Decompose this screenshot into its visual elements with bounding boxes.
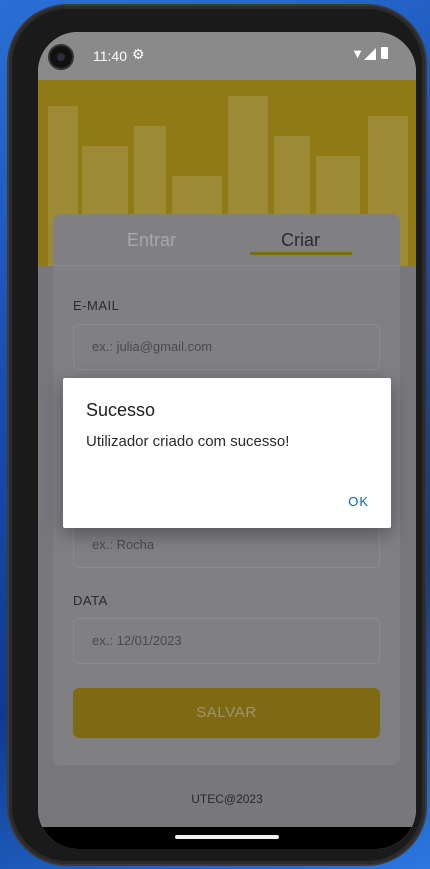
battery-icon <box>381 47 388 59</box>
status-bar: 11:40 ⚙ ▼ <box>38 32 416 80</box>
success-dialog: Sucesso Utilizador criado com sucesso! O… <box>63 378 391 528</box>
active-tab-indicator <box>250 252 352 255</box>
dialog-title: Sucesso <box>86 400 156 420</box>
gear-icon: ⚙ <box>132 46 145 62</box>
status-time: 11:40 <box>93 48 127 64</box>
wifi-icon: ▼ <box>351 46 364 61</box>
phone-frame: 11:40 ⚙ ▼ Entrar Criar E-MAIL ex.: julia… <box>9 6 425 864</box>
save-button[interactable]: SALVAR <box>73 688 380 738</box>
footer-text: UTEC@2023 <box>191 792 263 806</box>
dialog-message: Utilizador criado com sucesso! <box>86 433 290 450</box>
app-screen: 11:40 ⚙ ▼ Entrar Criar E-MAIL ex.: julia… <box>38 32 416 849</box>
home-indicator[interactable] <box>175 835 279 839</box>
date-field[interactable]: ex.: 12/01/2023 <box>73 618 380 664</box>
ok-button[interactable]: OK <box>348 494 369 509</box>
date-label: DATA <box>73 593 108 608</box>
auth-tabs: Entrar Criar <box>53 214 400 266</box>
tab-entrar[interactable]: Entrar <box>127 230 176 251</box>
email-label: E-MAIL <box>73 298 120 313</box>
email-field[interactable]: ex.: julia@gmail.com <box>73 324 380 370</box>
surname-field[interactable]: ex.: Rocha <box>73 522 380 568</box>
tab-criar[interactable]: Criar <box>281 230 320 251</box>
signal-icon <box>364 48 376 60</box>
camera-icon <box>48 44 74 70</box>
